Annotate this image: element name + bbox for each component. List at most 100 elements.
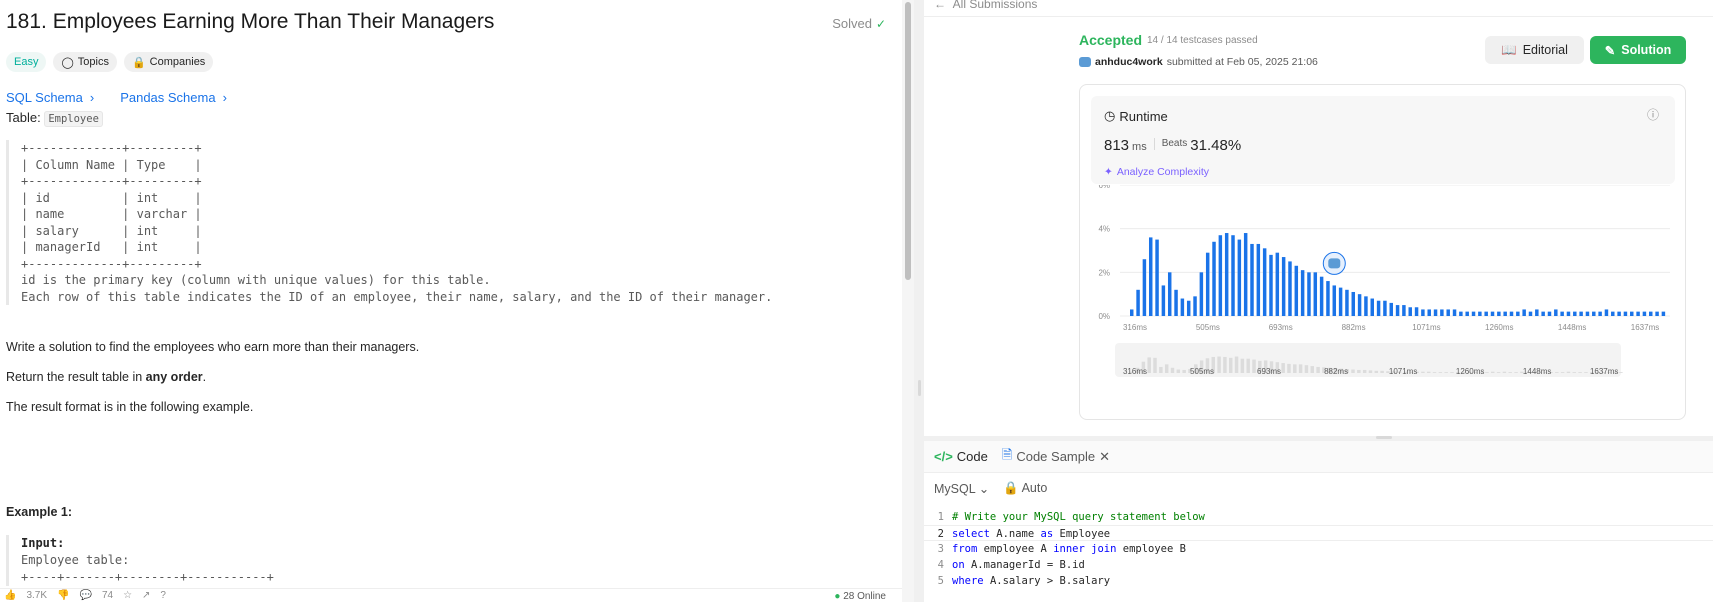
pandas-schema-link[interactable]: Pandas Schema › (120, 90, 227, 105)
chart-bar[interactable] (1395, 305, 1400, 316)
chart-bar[interactable] (1326, 281, 1330, 316)
thumbs-down-icon[interactable]: 👎 (57, 590, 69, 601)
chart-bar[interactable] (1465, 311, 1469, 316)
chart-bar[interactable] (1484, 311, 1488, 316)
chart-bar[interactable] (1218, 235, 1223, 316)
chart-bar[interactable] (1338, 287, 1343, 316)
chart-bar[interactable] (1554, 309, 1558, 316)
chart-bar[interactable] (1547, 311, 1552, 316)
chart-bar[interactable] (1389, 302, 1393, 316)
code-editor[interactable]: 1 # Write your MySQL query statement belo… (924, 509, 1713, 589)
chart-bar[interactable] (1585, 311, 1590, 316)
chart-bar[interactable] (1313, 272, 1318, 316)
chart-bar[interactable] (1281, 257, 1286, 316)
chart-bar[interactable] (1611, 311, 1615, 316)
chart-bar[interactable] (1231, 235, 1235, 316)
chart-bar[interactable] (1193, 296, 1197, 316)
chart-bar[interactable] (1370, 298, 1374, 316)
chart-bar[interactable] (1250, 243, 1254, 316)
language-select[interactable]: MySQL ⌄ (934, 481, 989, 496)
code-line[interactable]: 5 where A.salary > B.salary (924, 573, 1713, 589)
chart-bar[interactable] (1288, 261, 1292, 316)
chart-bar[interactable] (1237, 239, 1242, 316)
chart-bar[interactable] (1199, 272, 1204, 316)
chart-bar[interactable] (1383, 300, 1387, 316)
chart-bar[interactable] (1275, 252, 1280, 316)
chart-bar[interactable] (1408, 307, 1412, 316)
chart-bar[interactable] (1130, 309, 1134, 316)
code-line[interactable]: 3 from employee A inner join employee B (924, 541, 1713, 557)
chart-bar[interactable] (1535, 309, 1539, 316)
chart-bar[interactable] (1376, 300, 1381, 316)
vertical-resize-handle[interactable] (1376, 436, 1392, 439)
chart-bar[interactable] (1180, 298, 1185, 316)
chart-bar[interactable] (1212, 241, 1216, 316)
chart-bar[interactable] (1604, 309, 1609, 316)
chart-bar[interactable] (1205, 252, 1210, 316)
chart-bar[interactable] (1452, 309, 1457, 316)
chart-bar[interactable] (1427, 309, 1431, 316)
tab-code[interactable]: </> Code (934, 449, 988, 464)
code-line[interactable]: 1 # Write your MySQL query statement belo… (924, 509, 1713, 525)
chart-bar[interactable] (1332, 285, 1337, 316)
chart-bar[interactable] (1560, 311, 1564, 316)
chart-bar[interactable] (1503, 311, 1507, 316)
chart-bar[interactable] (1294, 265, 1299, 316)
chart-bar[interactable] (1579, 311, 1583, 316)
chart-bar[interactable] (1421, 309, 1425, 316)
chart-bar[interactable] (1598, 311, 1602, 316)
chart-bar[interactable] (1351, 291, 1356, 316)
runtime-distribution-chart[interactable]: 6% 4% 2% 0% 316ms 505ms 693ms 882ms 1071ms 1260ms… (1080, 185, 1685, 417)
runtime-summary[interactable]: ◷ Runtime ⓘ 813 ms Beats 31.48% ✦ Analyz… (1091, 96, 1675, 184)
chart-bar[interactable] (1522, 309, 1526, 316)
close-icon[interactable]: ✕ (1099, 449, 1110, 465)
chart-bar[interactable] (1186, 300, 1191, 316)
chart-bar[interactable] (1414, 307, 1419, 316)
info-icon[interactable]: ⓘ (1647, 106, 1659, 123)
chart-bar[interactable] (1655, 311, 1659, 316)
chart-bar[interactable] (1136, 289, 1140, 316)
chart-bar[interactable] (1161, 285, 1166, 316)
chart-bar[interactable] (1623, 311, 1628, 316)
chart-bar[interactable] (1649, 311, 1653, 316)
chart-bar[interactable] (1319, 276, 1324, 316)
mode-toggle[interactable]: 🔒 Auto (1003, 481, 1047, 496)
chart-bar[interactable] (1174, 289, 1178, 316)
code-line[interactable]: 4 on A.managerId = B.id (924, 557, 1713, 573)
share-icon[interactable]: ↗ (142, 590, 150, 601)
sql-schema-link[interactable]: SQL Schema › (6, 90, 94, 105)
user-avatar-icon[interactable] (1079, 57, 1091, 67)
chart-bar[interactable] (1256, 243, 1261, 316)
chart-bar[interactable] (1357, 294, 1362, 316)
chart-bar[interactable] (1224, 233, 1229, 316)
chart-bar[interactable] (1497, 311, 1501, 316)
chart-bar[interactable] (1642, 311, 1647, 316)
chart-bar[interactable] (1148, 237, 1153, 316)
editorial-button[interactable]: 📖 Editorial (1485, 36, 1584, 64)
chart-bar[interactable] (1300, 270, 1305, 316)
chart-bar[interactable] (1490, 311, 1495, 316)
chart-bar[interactable] (1541, 311, 1545, 316)
solution-button[interactable]: ✎ Solution (1590, 36, 1686, 64)
chart-bar[interactable] (1167, 272, 1172, 316)
topics-tag[interactable]: ◯ Topics (53, 52, 117, 72)
chart-bar[interactable] (1471, 311, 1476, 316)
companies-tag[interactable]: 🔒 Companies (123, 52, 214, 72)
chart-bar[interactable] (1402, 305, 1406, 316)
chart-bar[interactable] (1478, 311, 1482, 316)
chart-bar[interactable] (1345, 289, 1349, 316)
chart-bar[interactable] (1636, 311, 1640, 316)
left-scrollbar-thumb[interactable] (905, 2, 911, 280)
chart-bar[interactable] (1262, 248, 1267, 316)
chart-bar[interactable] (1142, 259, 1147, 316)
chart-bar[interactable] (1573, 311, 1577, 316)
chart-bar[interactable] (1661, 311, 1666, 316)
chart-bar[interactable] (1433, 309, 1438, 316)
chart-bar[interactable] (1516, 311, 1520, 316)
chart-bar[interactable] (1459, 311, 1463, 316)
chart-bar[interactable] (1440, 309, 1444, 316)
chart-bar[interactable] (1307, 272, 1311, 316)
chart-bar[interactable] (1566, 311, 1571, 316)
thumbs-up-icon[interactable]: 👍 (4, 590, 16, 601)
chart-bar[interactable] (1364, 296, 1368, 316)
